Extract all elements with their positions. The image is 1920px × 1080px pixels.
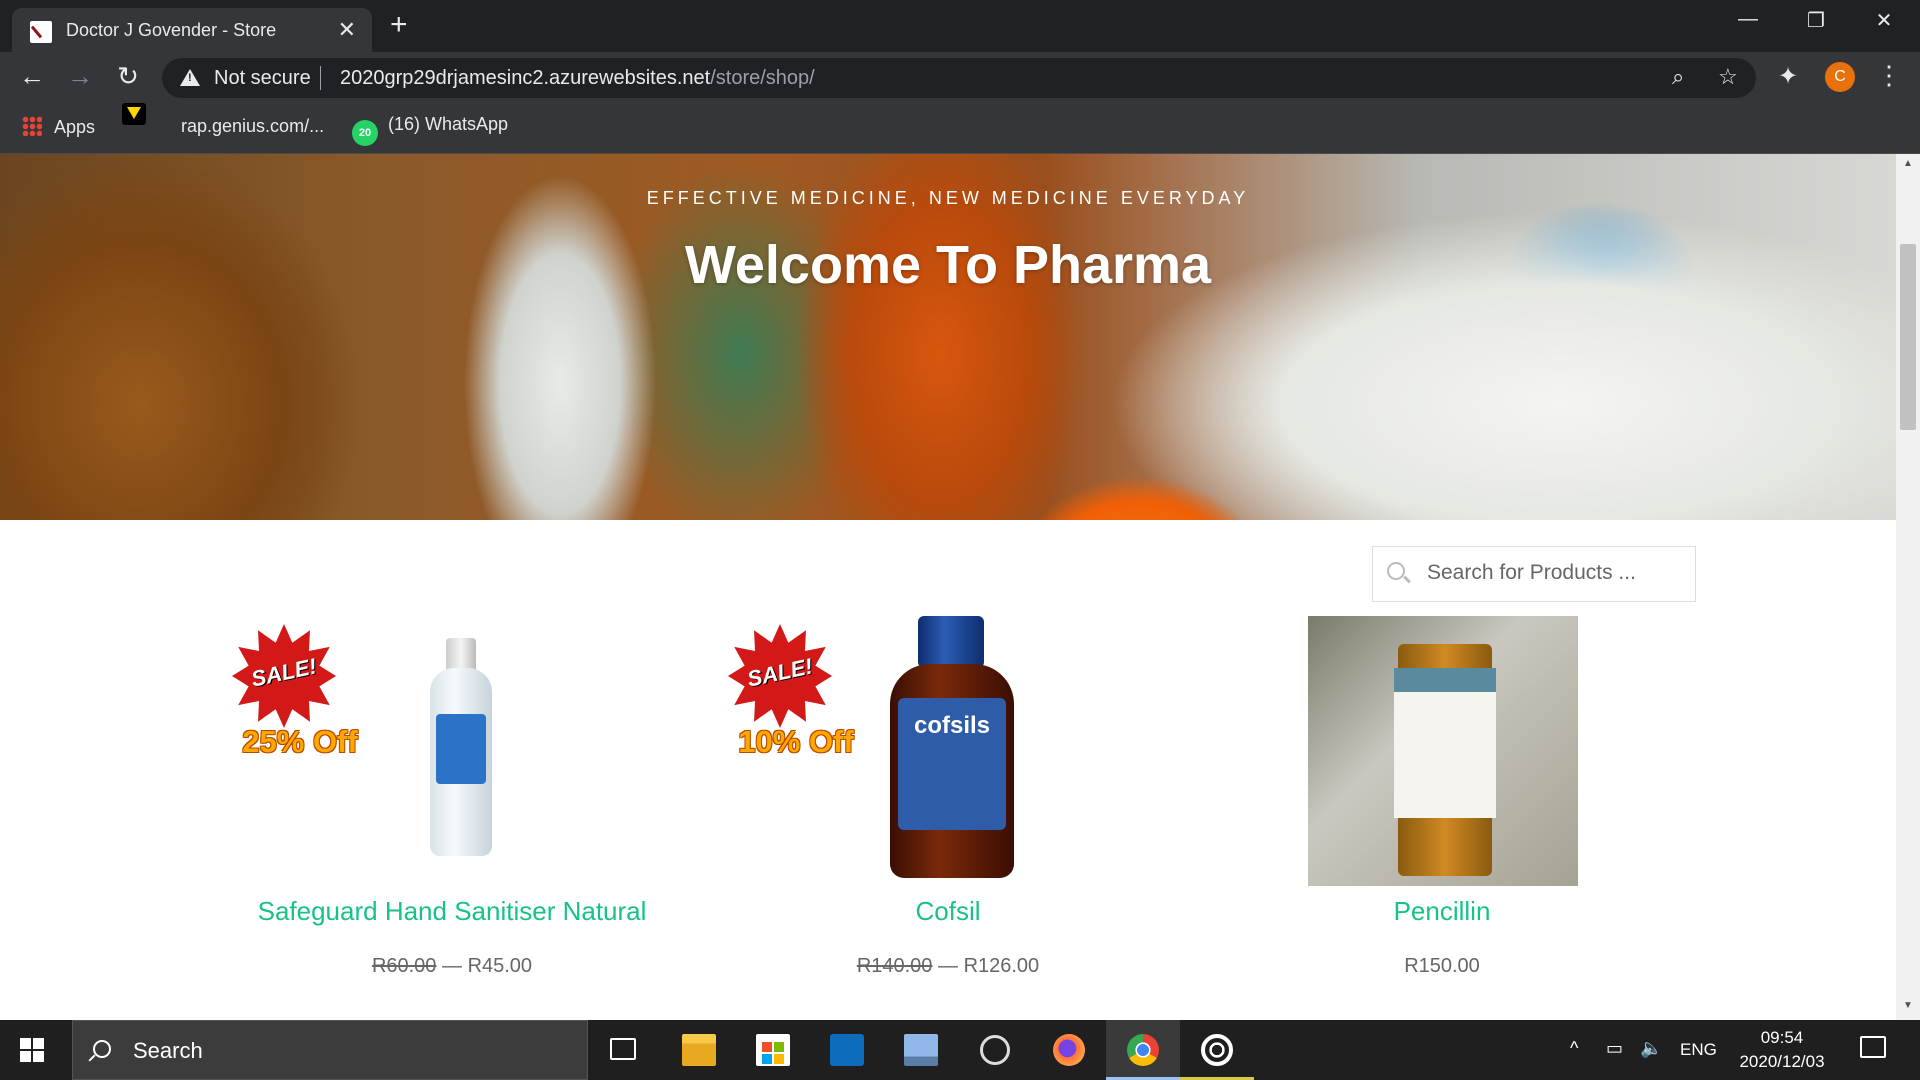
bookmark-genius[interactable]: rap.genius.com/...	[181, 116, 324, 137]
product-title[interactable]: Safeguard Hand Sanitiser Natural	[222, 896, 682, 927]
product-price: R60.00 — R45.00	[222, 955, 682, 978]
taskbar-search-icon	[93, 1040, 111, 1058]
file-explorer-icon[interactable]	[662, 1020, 736, 1080]
search-icon	[1387, 562, 1405, 580]
window-restore-button[interactable]: ❐	[1796, 8, 1836, 33]
bookmarks-bar: Apps rap.genius.com/... 20 (16) WhatsApp	[0, 102, 1920, 154]
obs-icon[interactable]	[958, 1020, 1032, 1080]
hero-title: Welcome To Pharma	[684, 235, 1212, 295]
window-close-button[interactable]: ✕	[1864, 8, 1904, 33]
firefox-icon[interactable]	[1032, 1020, 1106, 1080]
url-host: 2020grp29drjamesinc2.azurewebsites.net	[340, 67, 711, 89]
browser-tab-active[interactable]: Doctor J Govender - Store ✕	[12, 8, 372, 52]
uplay-icon[interactable]	[1180, 1020, 1254, 1080]
discount-label: 10% Off	[738, 724, 854, 759]
address-bar[interactable]: Not secure 2020grp29drjamesinc2.azureweb…	[162, 58, 1756, 98]
window-minimize-button[interactable]: —	[1728, 8, 1768, 31]
product-old-price: R60.00	[371, 955, 437, 977]
discount-label: 25% Off	[242, 724, 358, 759]
product-price: R150.00	[1212, 955, 1672, 978]
product-title[interactable]: Pencillin	[1212, 896, 1672, 927]
volume-icon[interactable]: 🔈	[1640, 1038, 1662, 1059]
scrollbar-thumb[interactable]	[1900, 244, 1916, 430]
price-separator: —	[938, 955, 958, 977]
taskbar-clock[interactable]: 09:54 2020/12/03	[1718, 1026, 1846, 1074]
url-separator	[320, 66, 321, 90]
product-old-price: R140.00	[856, 955, 933, 977]
cofsil-brand-text: cofsils	[913, 712, 991, 739]
tray-overflow-icon[interactable]: ^	[1570, 1038, 1578, 1059]
product-sale-price: R45.00	[467, 955, 533, 977]
product-card[interactable]: SALE! 10% Off cofsils Cofsil R140.00 — R…	[718, 616, 1178, 978]
scroll-up-arrow-icon[interactable]: ▲	[1896, 158, 1920, 169]
sanitiser-bottle-image	[430, 638, 492, 856]
product-card[interactable]: SALE! 25% Off Safeguard Hand Sanitiser N…	[222, 616, 682, 978]
cofsil-bottle-image: cofsils	[890, 616, 1014, 878]
network-icon[interactable]: ▭	[1606, 1038, 1623, 1059]
forward-button[interactable]: →	[64, 61, 96, 92]
windows-taskbar: Search ^ ▭ 🔈 ENG 09:54 2020/12/03	[0, 1020, 1920, 1080]
scroll-down-arrow-icon[interactable]: ▼	[1896, 1000, 1920, 1011]
browser-titlebar: Doctor J Govender - Store ✕ + — ❐ ✕	[0, 0, 1920, 52]
product-sale-price: R126.00	[963, 955, 1040, 977]
remote-desktop-icon[interactable]	[884, 1020, 958, 1080]
microsoft-store-icon[interactable]	[736, 1020, 810, 1080]
whatsapp-icon: 20	[352, 120, 378, 146]
product-search-input[interactable]	[1427, 561, 1687, 585]
product-image[interactable]	[1212, 616, 1672, 886]
browser-toolbar: ← → ↻ Not secure 2020grp29drjamesinc2.az…	[0, 52, 1920, 102]
product-title[interactable]: Cofsil	[718, 896, 1178, 927]
tab-title: Doctor J Govender - Store	[66, 20, 277, 40]
product-sale-price: R150.00	[1404, 955, 1480, 977]
warning-icon[interactable]	[180, 69, 200, 86]
taskbar-search[interactable]: Search	[72, 1020, 588, 1080]
notification-center-icon[interactable]	[1860, 1036, 1886, 1058]
hero-banner: EFFECTIVE MEDICINE, NEW MEDICINE EVERYDA…	[0, 154, 1896, 520]
bookmark-whatsapp[interactable]: 20 (16) WhatsApp	[352, 114, 508, 146]
chrome-icon[interactable]	[1106, 1020, 1180, 1080]
profile-avatar[interactable]: C	[1825, 62, 1855, 92]
browser-menu-icon[interactable]: ⋮	[1876, 60, 1902, 91]
security-status[interactable]: Not secure	[214, 67, 311, 90]
price-separator: —	[442, 955, 462, 977]
url-text[interactable]: 2020grp29drjamesinc2.azurewebsites.net/s…	[340, 67, 815, 90]
task-view-icon[interactable]	[588, 1020, 662, 1080]
clock-time: 09:54	[1760, 1028, 1804, 1047]
apps-grid-icon	[22, 116, 42, 136]
language-indicator[interactable]: ENG	[1680, 1040, 1717, 1060]
reload-button[interactable]: ↻	[112, 61, 144, 92]
product-image[interactable]: SALE! 10% Off cofsils	[718, 616, 1178, 886]
tab-close-icon[interactable]: ✕	[338, 17, 356, 43]
product-image[interactable]: SALE! 25% Off	[222, 616, 682, 886]
new-tab-button[interactable]: +	[390, 8, 408, 42]
windows-start-icon[interactable]	[20, 1038, 44, 1062]
clock-date: 2020/12/03	[1739, 1052, 1825, 1071]
bookmark-whatsapp-label: (16) WhatsApp	[388, 114, 509, 134]
extensions-icon[interactable]: ✦	[1778, 62, 1798, 91]
product-price: R140.00 — R126.00	[718, 955, 1178, 978]
taskbar-search-text: Search	[133, 1038, 203, 1063]
bookmark-star-icon[interactable]: ☆	[1718, 64, 1738, 90]
bookmark-apps[interactable]: Apps	[22, 116, 95, 138]
url-path: /store/shop/	[710, 67, 815, 89]
zoom-icon[interactable]: ⌕	[1672, 64, 1684, 90]
mail-icon[interactable]	[810, 1020, 884, 1080]
page-viewport: EFFECTIVE MEDICINE, NEW MEDICINE EVERYDA…	[0, 154, 1896, 1020]
back-button[interactable]: ←	[16, 61, 48, 92]
bookmark-gem-icon[interactable]	[122, 103, 146, 125]
page-scrollbar[interactable]: ▲ ▼	[1896, 154, 1920, 1020]
bookmark-apps-label: Apps	[54, 117, 96, 137]
site-favicon-icon	[30, 21, 52, 43]
product-card[interactable]: Pencillin R150.00	[1212, 616, 1672, 978]
product-search[interactable]	[1372, 546, 1696, 602]
hero-eyebrow: EFFECTIVE MEDICINE, NEW MEDICINE EVERYDA…	[646, 188, 1250, 208]
pencillin-bottle-image	[1308, 616, 1578, 886]
